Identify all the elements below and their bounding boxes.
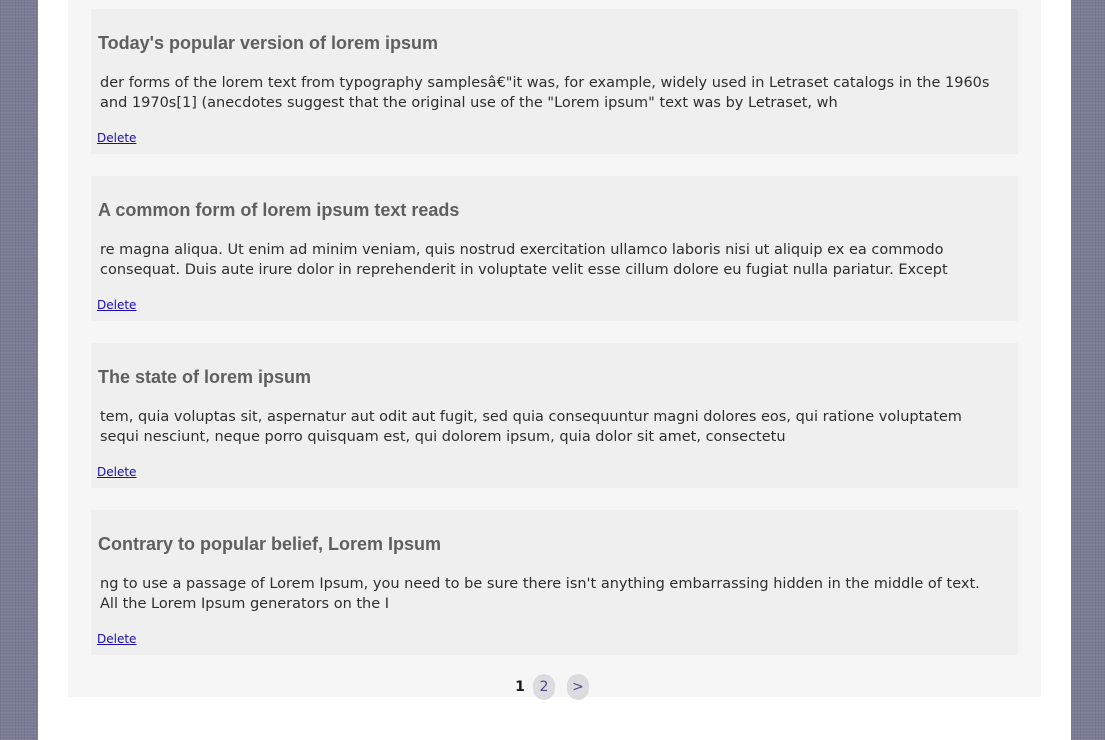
page-current: 1 bbox=[515, 679, 525, 695]
post-card: Today's popular version of lorem ipsum d… bbox=[91, 9, 1018, 154]
delete-link[interactable]: Delete bbox=[97, 632, 136, 646]
post-title: The state of lorem ipsum bbox=[98, 367, 312, 387]
post-title: A common form of lorem ipsum text reads bbox=[98, 200, 460, 220]
delete-link[interactable]: Delete bbox=[97, 465, 136, 479]
post-card: Contrary to popular belief, Lorem Ipsum … bbox=[91, 510, 1018, 655]
page-container: Today's popular version of lorem ipsum d… bbox=[38, 0, 1071, 740]
next-page-link[interactable]: > bbox=[567, 674, 589, 700]
page-2-link[interactable]: 2 bbox=[533, 674, 555, 700]
post-card: The state of lorem ipsum tem, quia volup… bbox=[91, 343, 1018, 488]
post-excerpt: ng to use a passage of Lorem Ipsum, you … bbox=[100, 576, 980, 612]
post-excerpt: re magna aliqua. Ut enim ad minim veniam… bbox=[100, 242, 948, 278]
pagination: 1 2 > bbox=[0, 674, 1105, 700]
delete-link[interactable]: Delete bbox=[97, 131, 136, 145]
post-excerpt: der forms of the lorem text from typogra… bbox=[100, 75, 990, 111]
post-title: Contrary to popular belief, Lorem Ipsum bbox=[98, 534, 442, 554]
post-excerpt: tem, quia voluptas sit, aspernatur aut o… bbox=[100, 409, 962, 445]
delete-link[interactable]: Delete bbox=[97, 298, 136, 312]
posts-panel: Today's popular version of lorem ipsum d… bbox=[68, 0, 1041, 697]
post-title: Today's popular version of lorem ipsum bbox=[98, 33, 439, 53]
post-card: A common form of lorem ipsum text reads … bbox=[91, 176, 1018, 321]
